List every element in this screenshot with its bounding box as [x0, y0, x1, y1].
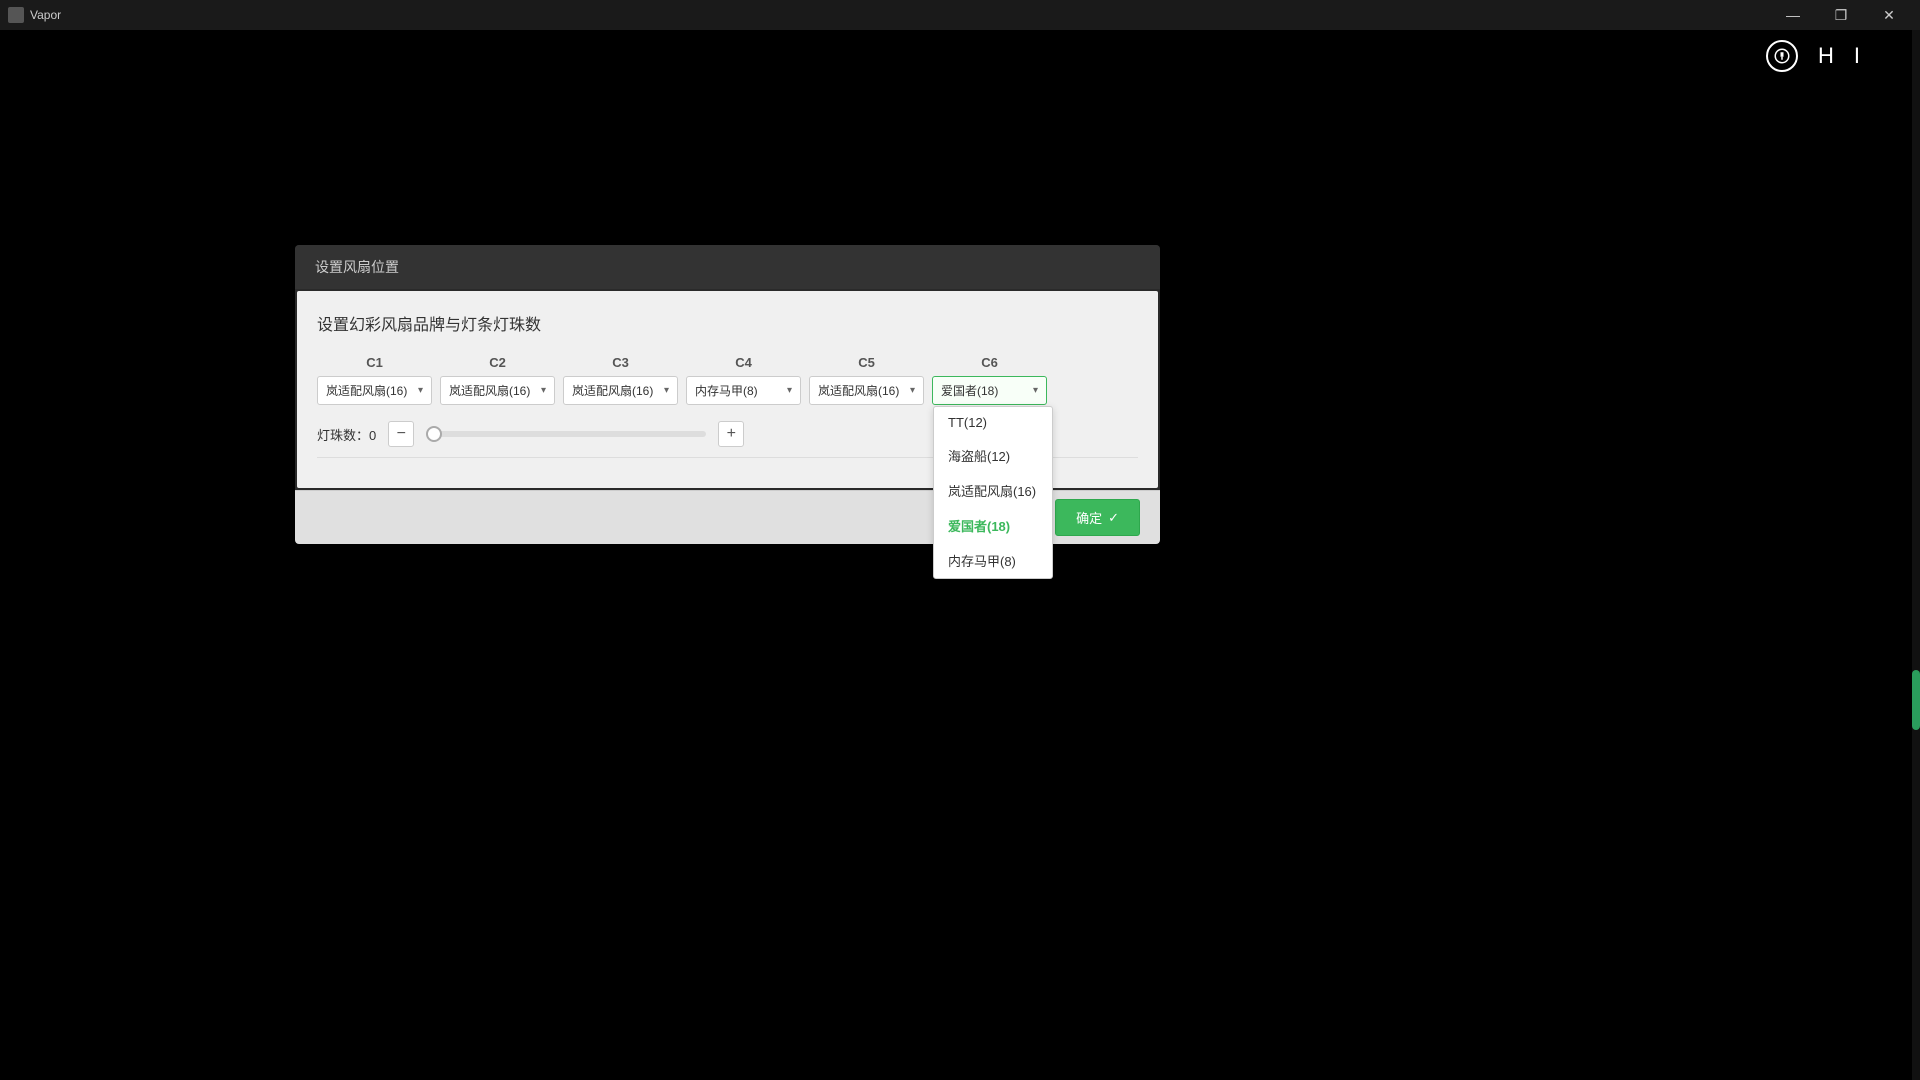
channel-row: C1 岚适配风扇(16) ▾ C2 岚适配风扇(16) ▾ C3 岚适配风扇(1…	[317, 355, 1138, 405]
titlebar: Vapor — ❐ ✕	[0, 0, 1920, 30]
restore-button[interactable]: ❐	[1818, 0, 1864, 30]
dropdown-item-aiguo18[interactable]: 爱国者(18)	[934, 508, 1052, 543]
dropdown-item-lan16[interactable]: 岚适配风扇(16)	[934, 473, 1052, 508]
channel-value-c4: 内存马甲(8)	[695, 382, 758, 399]
chevron-down-icon-c3: ▾	[664, 385, 669, 396]
confirm-button[interactable]: 确定 ✓	[1055, 499, 1140, 536]
chevron-down-icon-c4: ▾	[787, 385, 792, 396]
dialog-container: 设置风扇位置 设置幻彩风扇品牌与灯条灯珠数 C1 岚适配风扇(16) ▾ C2 …	[295, 245, 1160, 544]
chevron-down-icon-c2: ▾	[541, 385, 546, 396]
h-icon[interactable]: H	[1818, 43, 1834, 69]
c6-dropdown: TT(12) 海盗船(12) 岚适配风扇(16) 爱国者(18) 内存马甲(8)	[933, 406, 1053, 579]
channel-label-c4: C4	[735, 355, 752, 370]
channel-value-c6: 爱国者(18)	[941, 382, 998, 399]
titlebar-controls: — ❐ ✕	[1770, 0, 1912, 30]
channel-value-c1: 岚适配风扇(16)	[326, 382, 407, 399]
channel-label-c3: C3	[612, 355, 629, 370]
dialog-content: 设置幻彩风扇品牌与灯条灯珠数 C1 岚适配风扇(16) ▾ C2 岚适配风扇(1…	[297, 291, 1158, 488]
channel-select-c3[interactable]: 岚适配风扇(16) ▾	[563, 376, 678, 405]
led-minus-button[interactable]: −	[388, 421, 414, 447]
led-label: 灯珠数：0	[317, 425, 376, 444]
close-button[interactable]: ✕	[1866, 0, 1912, 30]
dropdown-item-tt12[interactable]: TT(12)	[934, 407, 1052, 438]
dialog-titlebar: 设置风扇位置	[295, 245, 1160, 289]
titlebar-left: Vapor	[8, 7, 61, 23]
led-slider-track[interactable]	[426, 431, 706, 437]
channel-select-c2[interactable]: 岚适配风扇(16) ▾	[440, 376, 555, 405]
channel-col-c6: C6 爱国者(18) ▾ TT(12) 海盗船(12) 岚适配风扇(16) 爱国…	[932, 355, 1047, 405]
app-icon	[8, 7, 24, 23]
channel-value-c5: 岚适配风扇(16)	[818, 382, 899, 399]
channel-label-c1: C1	[366, 355, 383, 370]
chevron-down-icon-c6: ▾	[1033, 385, 1038, 396]
right-scrollbar[interactable]	[1912, 30, 1920, 1080]
channel-col-c2: C2 岚适配风扇(16) ▾	[440, 355, 555, 405]
checkmark-icon: ✓	[1108, 510, 1119, 526]
led-slider-thumb[interactable]	[426, 426, 442, 442]
channel-select-c6[interactable]: 爱国者(18) ▾ TT(12) 海盗船(12) 岚适配风扇(16) 爱国者(1…	[932, 376, 1047, 405]
usb-icon[interactable]	[1766, 40, 1798, 72]
channel-label-c2: C2	[489, 355, 506, 370]
channel-label-c5: C5	[858, 355, 875, 370]
channel-select-c5[interactable]: 岚适配风扇(16) ▾	[809, 376, 924, 405]
dialog-title: 设置风扇位置	[315, 259, 399, 275]
chevron-down-icon-c1: ▾	[418, 385, 423, 396]
channel-col-c3: C3 岚适配风扇(16) ▾	[563, 355, 678, 405]
dropdown-item-pirate12[interactable]: 海盗船(12)	[934, 438, 1052, 473]
channel-col-c5: C5 岚适配风扇(16) ▾	[809, 355, 924, 405]
channel-select-c1[interactable]: 岚适配风扇(16) ▾	[317, 376, 432, 405]
channel-col-c4: C4 内存马甲(8) ▾	[686, 355, 801, 405]
channel-value-c3: 岚适配风扇(16)	[572, 382, 653, 399]
top-right-icons: H I	[1766, 40, 1860, 72]
channel-label-c6: C6	[981, 355, 998, 370]
channel-value-c2: 岚适配风扇(16)	[449, 382, 530, 399]
led-plus-button[interactable]: +	[718, 421, 744, 447]
dialog-subtitle: 设置幻彩风扇品牌与灯条灯珠数	[317, 311, 1138, 335]
channel-select-c4[interactable]: 内存马甲(8) ▾	[686, 376, 801, 405]
app-title: Vapor	[30, 8, 61, 22]
scrollbar-thumb[interactable]	[1912, 670, 1920, 730]
dropdown-item-mem8[interactable]: 内存马甲(8)	[934, 543, 1052, 578]
channel-col-c1: C1 岚适配风扇(16) ▾	[317, 355, 432, 405]
minimize-button[interactable]: —	[1770, 0, 1816, 30]
chevron-down-icon-c5: ▾	[910, 385, 915, 396]
i-icon[interactable]: I	[1854, 43, 1860, 69]
